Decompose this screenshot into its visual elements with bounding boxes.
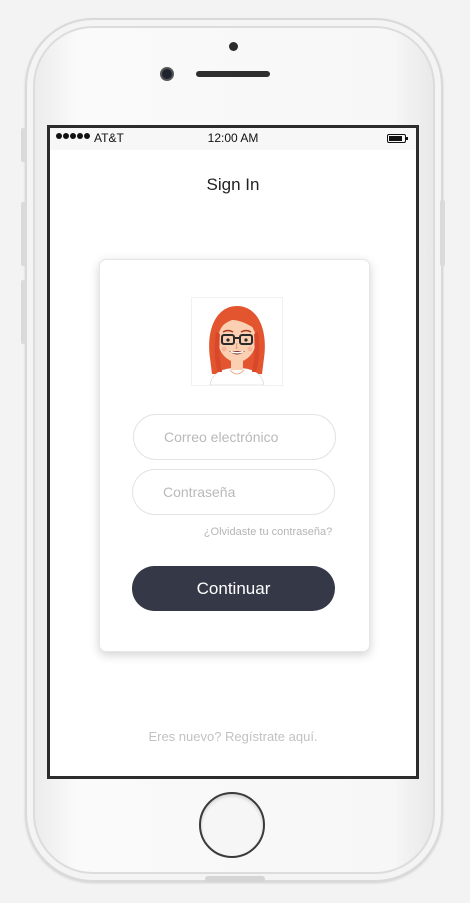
login-card: ¿Olvidaste tu contraseña? Continuar	[99, 259, 370, 652]
power-button	[440, 200, 445, 266]
mute-switch	[21, 128, 26, 162]
volume-down-button	[21, 280, 26, 344]
volume-up-button	[21, 202, 26, 266]
status-time: 12:00 AM	[207, 131, 259, 145]
front-camera-icon	[160, 67, 174, 81]
proximity-sensor	[229, 42, 238, 51]
bottom-edge	[205, 876, 265, 882]
page-title: Sign In	[206, 175, 260, 194]
password-field[interactable]	[132, 469, 335, 515]
battery-icon	[387, 134, 408, 143]
status-bar: AT&T 12:00 AM	[50, 128, 416, 150]
earpiece-speaker	[196, 71, 270, 77]
avatar	[191, 297, 283, 386]
continue-button[interactable]: Continuar	[132, 566, 335, 611]
email-field[interactable]	[133, 414, 336, 460]
user-avatar-icon	[209, 306, 265, 386]
home-button[interactable]	[199, 792, 265, 858]
forgot-password-link[interactable]: ¿Olvidaste tu contraseña?	[100, 526, 369, 538]
phone-screen: AT&T 12:00 AM Sign In Correo electrónico…	[47, 125, 419, 779]
register-link[interactable]: Eres nuevo? Regístrate aquí.	[50, 729, 416, 744]
